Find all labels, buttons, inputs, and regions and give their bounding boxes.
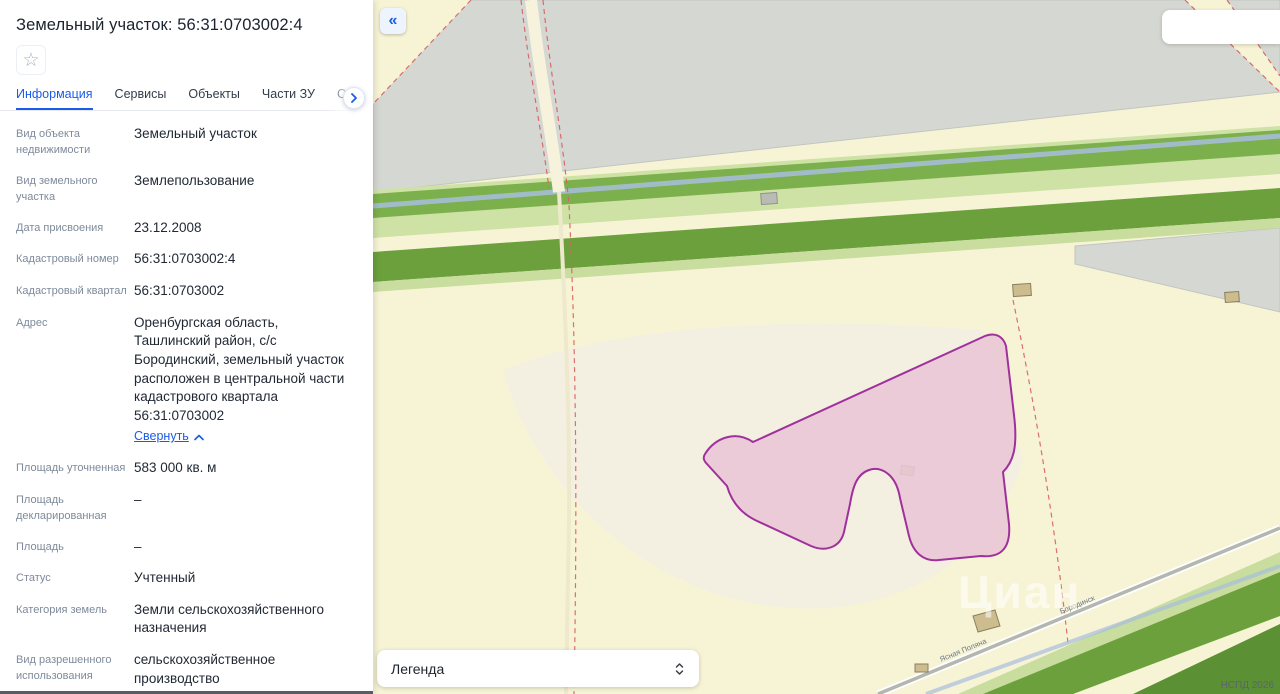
field-value: – — [134, 491, 142, 507]
tabs-scroll-right-button[interactable] — [343, 87, 365, 109]
field-label: Вид земельного участка — [16, 174, 98, 203]
field-value: 583 000 кв. м — [134, 460, 217, 475]
field-value: 56:31:0703002 — [134, 283, 225, 298]
field-row-address: Адрес Оренбургская область, Ташлинский р… — [16, 314, 357, 446]
address-text: Оренбургская область, Ташлинский район, … — [134, 314, 345, 423]
field-value: 23.12.2008 — [134, 219, 202, 235]
field-value: Оренбургская область, Ташлинский район, … — [134, 314, 357, 446]
tab-services[interactable]: Сервисы — [115, 77, 167, 110]
chevron-up-icon — [194, 434, 204, 440]
field-label: Площадь декларированная — [16, 493, 107, 522]
search-box[interactable] — [1162, 10, 1280, 44]
tab-parcel-parts[interactable]: Части ЗУ — [262, 77, 315, 110]
fields-list: Вид объекта недвижимости Земельный участ… — [0, 111, 373, 694]
parcel-info-panel: Земельный участок: 56:31:0703002:4 ☆ Инф… — [0, 0, 373, 694]
field-row: Дата присвоения 23.12.2008 — [16, 219, 357, 238]
field-label: Вид объекта недвижимости — [16, 128, 91, 156]
field-row: Вид объекта недвижимости Земельный участ… — [16, 125, 357, 159]
field-row: Категория земель Земли сельскохозяйствен… — [16, 601, 357, 638]
unfold-icon — [675, 662, 684, 675]
map-canvas[interactable]: Ясная Поляна Бородинск Циан — [373, 0, 1280, 694]
legend-label: Легенда — [391, 660, 445, 677]
watermark: Циан — [958, 566, 1081, 618]
chevron-right-icon — [351, 93, 357, 103]
collapse-panel-button[interactable]: « — [380, 8, 406, 34]
page-title: Земельный участок: 56:31:0703002:4 — [16, 16, 303, 34]
field-row: Кадастровый квартал 56:31:0703002 — [16, 282, 357, 301]
tabs-bar: Информация Сервисы Объекты Части ЗУ Сост… — [0, 77, 373, 111]
address-collapse-link[interactable]: Свернуть — [134, 428, 204, 445]
field-value: сельскохозяйственное производство — [134, 652, 276, 686]
field-label: Вид разрешенного использования — [16, 654, 112, 682]
app-root: Земельный участок: 56:31:0703002:4 ☆ Инф… — [0, 0, 1280, 694]
field-label: Кадастровый номер — [16, 253, 119, 266]
star-icon: ☆ — [22, 49, 40, 71]
field-label: Статус — [16, 572, 51, 585]
field-row: Вид земельного участка Землепользование — [16, 172, 357, 206]
tab-objects[interactable]: Объекты — [188, 77, 240, 110]
field-value: 56:31:0703002:4 — [134, 251, 236, 267]
field-value: Учтенный — [134, 570, 196, 586]
field-value: Землепользование — [134, 172, 255, 188]
field-label: Дата присвоения — [16, 221, 104, 234]
field-label: Кадастровый квартал — [16, 285, 127, 297]
field-label: Площадь уточненная — [16, 462, 126, 474]
field-row: Площадь декларированная – — [16, 491, 357, 525]
field-row: Вид разрешенного использования сельскохо… — [16, 651, 357, 688]
field-value: – — [134, 538, 142, 554]
field-value: Земельный участок — [134, 126, 257, 141]
field-value: Земли сельскохозяйственного назначения — [134, 601, 325, 636]
field-label: Категория земель — [16, 603, 107, 616]
field-row: Площадь – — [16, 538, 357, 557]
collapse-link-label: Свернуть — [134, 429, 189, 444]
field-row: Площадь уточненная 583 000 кв. м — [16, 459, 357, 478]
field-row: Статус Учтенный — [16, 569, 357, 588]
map-attribution: НСПД 2026 — [1220, 680, 1274, 691]
favorite-star-button[interactable]: ☆ — [16, 45, 46, 75]
tab-information[interactable]: Информация — [16, 77, 93, 110]
field-label: Адрес — [16, 316, 48, 329]
field-row: Кадастровый номер 56:31:0703002:4 — [16, 250, 357, 269]
legend-toggle[interactable]: Легенда — [377, 650, 699, 687]
field-label: Площадь — [16, 540, 64, 553]
map-area[interactable]: Ясная Поляна Бородинск Циан « Легенда НС… — [373, 0, 1280, 694]
